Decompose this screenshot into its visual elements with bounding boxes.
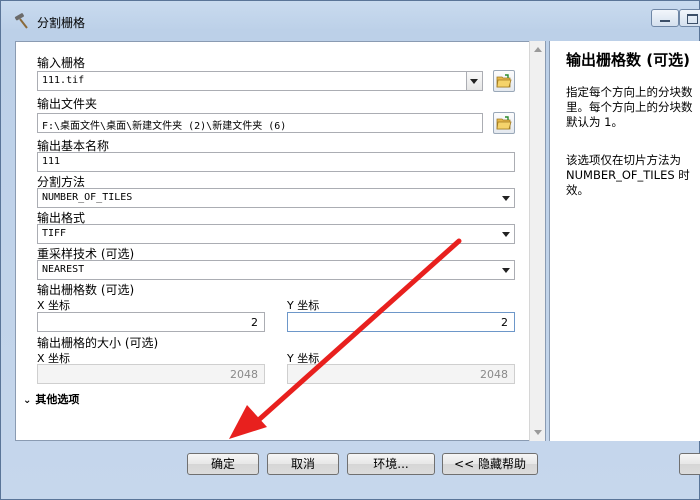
- input-raster-label: 输入栅格: [37, 56, 86, 70]
- num-rasters-y-field[interactable]: 2: [287, 312, 515, 332]
- chevron-down-icon: [502, 196, 510, 201]
- output-folder-value: F:\桌面文件\桌面\新建文件夹 (2)\新建文件夹 (6): [42, 121, 287, 132]
- hammer-icon: [13, 13, 31, 29]
- split-method-select[interactable]: NUMBER_OF_TILES: [37, 188, 515, 208]
- environments-button[interactable]: 环境...: [347, 453, 435, 475]
- num-rasters-y-value: 2: [501, 316, 508, 329]
- num-rasters-label: 输出栅格数 (可选): [37, 283, 135, 297]
- help-line: 里。每个方向上的分块数: [566, 100, 693, 114]
- help-line: 该选项仅在切片方法为: [566, 153, 681, 167]
- parameters-scrollbar[interactable]: [529, 41, 545, 441]
- cell-size-y-field: 2048: [287, 364, 515, 384]
- cell-size-x-field: 2048: [37, 364, 265, 384]
- tool-help-button[interactable]: [679, 453, 700, 475]
- help-line: 效。: [566, 183, 589, 197]
- window-title: 分割栅格: [37, 16, 86, 30]
- chevron-down-icon: [502, 268, 510, 273]
- input-raster-value: 111.tif: [42, 75, 85, 86]
- num-rasters-x-field[interactable]: 2: [37, 312, 265, 332]
- cancel-button[interactable]: 取消: [267, 453, 339, 475]
- output-folder-label: 输出文件夹: [37, 97, 98, 111]
- chevron-down-icon: [502, 232, 510, 237]
- browse-input-button[interactable]: [493, 70, 515, 92]
- resampling-select[interactable]: NEAREST: [37, 260, 515, 280]
- input-raster-field[interactable]: 111.tif: [37, 71, 483, 91]
- output-base-name-value: 111: [42, 156, 61, 167]
- minimize-button[interactable]: [651, 9, 679, 27]
- double-chevron-down-icon: ⌄: [23, 395, 32, 406]
- ok-button[interactable]: 确定: [187, 453, 259, 475]
- other-options-label: 其他选项: [35, 393, 80, 406]
- help-line: 指定每个方向上的分块数: [566, 85, 693, 99]
- maximize-button[interactable]: [679, 9, 700, 27]
- num-rasters-y-label: Y 坐标: [287, 299, 320, 312]
- dialog-window: 分割栅格 输入栅格 111.tif 输出文件夹 F:\桌面文件\桌面\新建文件夹…: [0, 0, 700, 500]
- help-line: 默认为 1。: [566, 115, 623, 129]
- cell-size-x-value: 2048: [230, 368, 258, 381]
- browse-output-button[interactable]: [493, 112, 515, 134]
- num-rasters-x-value: 2: [251, 316, 258, 329]
- num-rasters-x-label: X 坐标: [37, 299, 71, 312]
- cell-size-label: 输出栅格的大小 (可选): [37, 336, 159, 350]
- split-method-value: NUMBER_OF_TILES: [42, 192, 133, 203]
- chevron-down-icon: [470, 79, 478, 84]
- titlebar[interactable]: 分割栅格: [1, 1, 700, 41]
- output-format-select[interactable]: TIFF: [37, 224, 515, 244]
- help-paragraph-1: 指定每个方向上的分块数 里。每个方向上的分块数 默认为 1。: [566, 85, 700, 130]
- other-options-toggle[interactable]: ⌄ 其他选项: [23, 391, 79, 407]
- output-base-name-field[interactable]: 111: [37, 152, 515, 172]
- help-panel: 输出栅格数 (可选) 指定每个方向上的分块数 里。每个方向上的分块数 默认为 1…: [549, 41, 700, 441]
- output-format-value: TIFF: [42, 228, 67, 239]
- output-folder-field[interactable]: F:\桌面文件\桌面\新建文件夹 (2)\新建文件夹 (6): [37, 113, 483, 133]
- open-folder-icon: [496, 74, 512, 88]
- help-title: 输出栅格数 (可选): [566, 51, 690, 69]
- cell-size-y-value: 2048: [480, 368, 508, 381]
- help-paragraph-2: 该选项仅在切片方法为 NUMBER_OF_TILES 时 效。: [566, 153, 700, 198]
- help-line: NUMBER_OF_TILES 时: [566, 168, 690, 182]
- hide-help-button[interactable]: << 隐藏帮助: [442, 453, 538, 475]
- open-folder-icon: [496, 116, 512, 130]
- scroll-down-icon[interactable]: [534, 430, 542, 435]
- resampling-value: NEAREST: [42, 264, 85, 275]
- scroll-up-icon[interactable]: [534, 47, 542, 52]
